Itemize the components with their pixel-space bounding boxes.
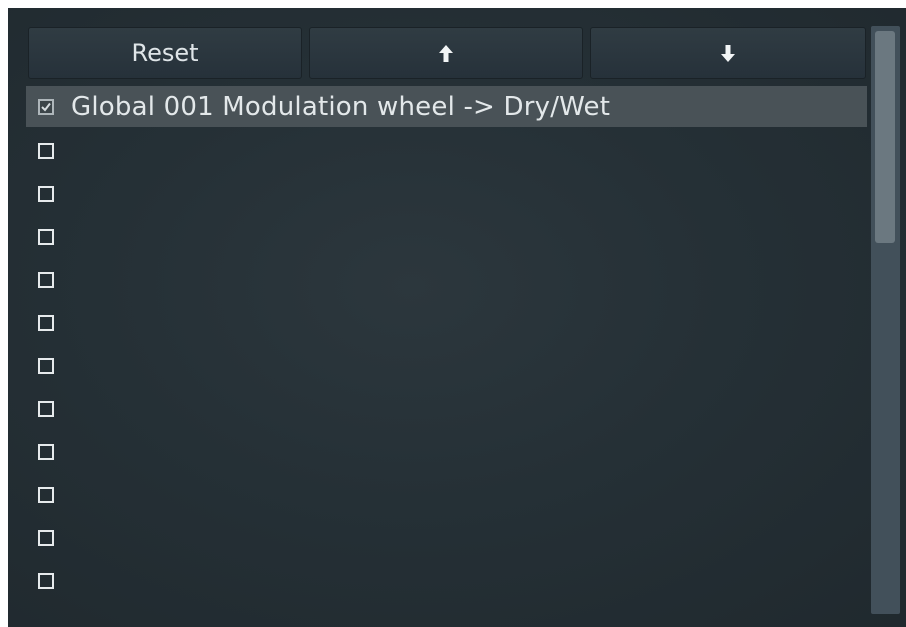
checkbox[interactable] [38,142,54,159]
list-item[interactable] [26,215,867,258]
checkbox[interactable] [38,443,54,460]
list-item[interactable] [26,473,867,516]
modulation-list-panel: Reset Global 001 Modulation wheel -> Dry… [8,8,906,627]
vertical-scrollbar[interactable] [871,26,900,614]
checkbox[interactable] [38,314,54,331]
checkbox[interactable] [38,357,54,374]
checkbox[interactable] [38,271,54,288]
move-down-button[interactable] [590,27,866,79]
list-item[interactable] [26,344,867,387]
checkbox[interactable] [38,400,54,417]
checkbox[interactable] [38,529,54,546]
checkbox[interactable] [38,486,54,503]
checkbox[interactable] [38,572,54,589]
reset-button[interactable]: Reset [28,27,302,79]
arrow-up-icon [439,44,453,62]
list-item[interactable] [26,258,867,301]
checkbox[interactable] [38,185,54,202]
checkbox[interactable] [38,228,54,245]
list-item[interactable] [26,172,867,215]
list-item[interactable] [26,387,867,430]
arrow-down-icon [721,44,735,62]
list-item[interactable] [26,129,867,172]
modulation-list: Global 001 Modulation wheel -> Dry/Wet [26,86,867,602]
list-item[interactable] [26,516,867,559]
scrollbar-thumb[interactable] [875,31,895,243]
list-item-label: Global 001 Modulation wheel -> Dry/Wet [71,91,611,122]
checkbox-checked[interactable] [38,98,54,115]
reset-button-label: Reset [131,39,199,67]
list-item[interactable]: Global 001 Modulation wheel -> Dry/Wet [26,86,867,127]
list-item[interactable] [26,301,867,344]
list-item[interactable] [26,559,867,602]
list-toolbar: Reset [28,27,866,81]
list-item[interactable] [26,430,867,473]
move-up-button[interactable] [309,27,583,79]
